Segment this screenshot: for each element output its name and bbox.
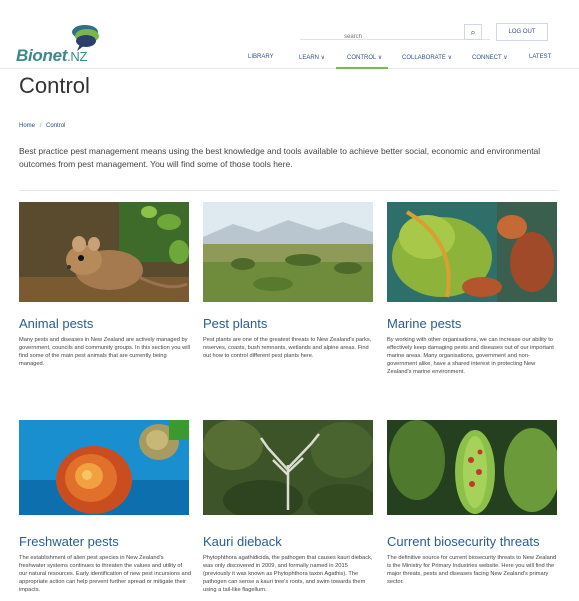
card-freshwater-pests[interactable]: Freshwater pests The establishment of al… bbox=[19, 420, 191, 594]
card-title[interactable]: Marine pests bbox=[387, 316, 559, 331]
card-kauri-dieback[interactable]: Kauri dieback Phytophthora agathidicida,… bbox=[203, 420, 375, 594]
brand-name: Bionet bbox=[16, 46, 68, 65]
breadcrumb-home[interactable]: Home bbox=[19, 123, 35, 129]
freshwater-pests-image[interactable] bbox=[19, 420, 189, 520]
card-title[interactable]: Kauri dieback bbox=[203, 534, 375, 549]
nav-divider bbox=[0, 68, 579, 69]
biosecurity-threats-image[interactable] bbox=[387, 420, 557, 520]
card-title[interactable]: Animal pests bbox=[19, 316, 191, 331]
animal-pests-image[interactable] bbox=[19, 202, 189, 302]
card-description: The definitive source for current biosec… bbox=[387, 555, 557, 585]
nav-active-indicator bbox=[336, 67, 388, 69]
card-marine-pests[interactable]: Marine pests By working with other organ… bbox=[387, 202, 559, 376]
nav-connect[interactable]: CONNECT ∨ bbox=[472, 54, 508, 61]
card-description: By working with other organisations, we … bbox=[387, 337, 554, 375]
card-description: The establishment of alien pest species … bbox=[19, 555, 191, 593]
card-title[interactable]: Freshwater pests bbox=[19, 534, 191, 549]
card-pest-plants[interactable]: Pest plants Pest plants are one of the g… bbox=[203, 202, 375, 360]
marine-pests-image[interactable] bbox=[387, 202, 557, 302]
card-biosecurity-threats[interactable]: Current biosecurity threats The definiti… bbox=[387, 420, 559, 586]
search-bar bbox=[300, 25, 514, 43]
breadcrumb: Home / Control bbox=[19, 123, 65, 129]
intro-text: Best practice pest management means usin… bbox=[19, 146, 541, 169]
logout-button[interactable]: LOG OUT bbox=[496, 23, 548, 41]
card-description: Pest plants are one of the greatest thre… bbox=[203, 337, 372, 359]
card-title[interactable]: Current biosecurity threats bbox=[387, 534, 559, 549]
nav-learn[interactable]: LEARN ∨ bbox=[299, 54, 325, 61]
section-divider bbox=[19, 190, 559, 191]
nav-collaborate[interactable]: COLLABORATE ∨ bbox=[402, 54, 452, 61]
search-icon: ⌕ bbox=[470, 27, 476, 37]
breadcrumb-separator: / bbox=[39, 123, 42, 129]
brand-suffix: .NZ bbox=[67, 49, 88, 64]
breadcrumb-current: Control bbox=[46, 123, 66, 129]
nav-library[interactable]: LIBRARY bbox=[248, 54, 274, 60]
main-nav: LIBRARY LEARN ∨ CONTROL ∨ COLLABORATE ∨ … bbox=[240, 54, 570, 66]
card-title[interactable]: Pest plants bbox=[203, 316, 375, 331]
nav-control[interactable]: CONTROL ∨ bbox=[347, 54, 382, 61]
search-button[interactable]: ⌕ bbox=[464, 24, 482, 40]
nav-latest[interactable]: LATEST bbox=[529, 54, 551, 60]
card-description: Phytophthora agathidicida, the pathogen … bbox=[203, 555, 373, 593]
brand-logo[interactable]: Bionet.NZ bbox=[16, 46, 87, 66]
card-animal-pests[interactable]: Animal pests Many pests and diseases in … bbox=[19, 202, 191, 368]
card-description: Many pests and diseases in New Zealand a… bbox=[19, 337, 191, 367]
pest-plants-image[interactable] bbox=[203, 202, 373, 302]
kauri-dieback-image[interactable] bbox=[203, 420, 373, 520]
page-title: Control bbox=[19, 73, 90, 98]
